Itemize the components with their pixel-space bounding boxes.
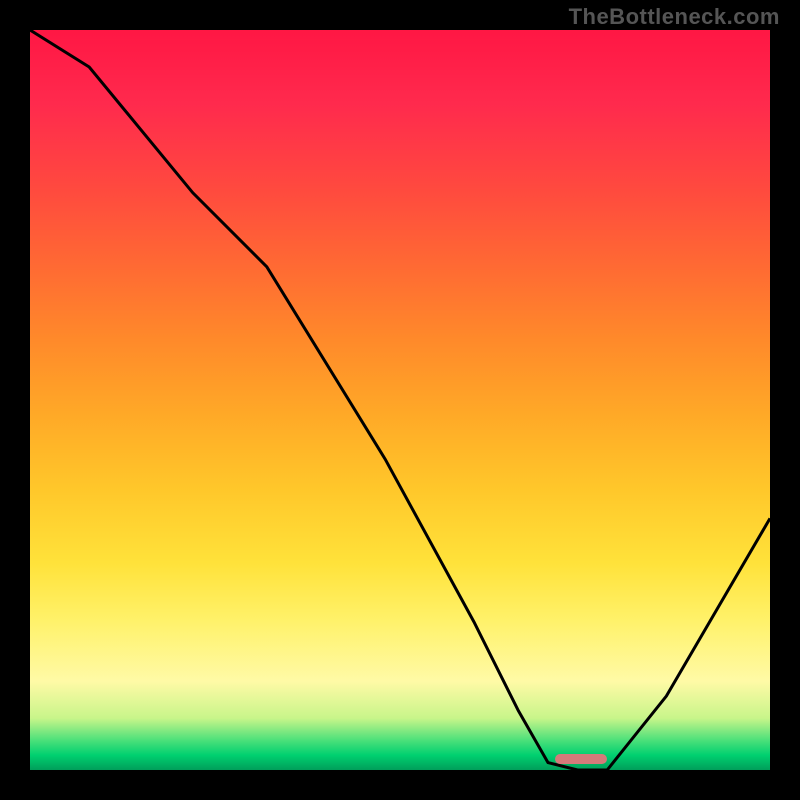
plot-area (30, 30, 770, 770)
watermark-text: TheBottleneck.com (569, 4, 780, 30)
chart-frame: TheBottleneck.com (0, 0, 800, 800)
curve-path (30, 30, 770, 770)
bottleneck-curve (30, 30, 770, 770)
optimal-marker (555, 754, 607, 764)
